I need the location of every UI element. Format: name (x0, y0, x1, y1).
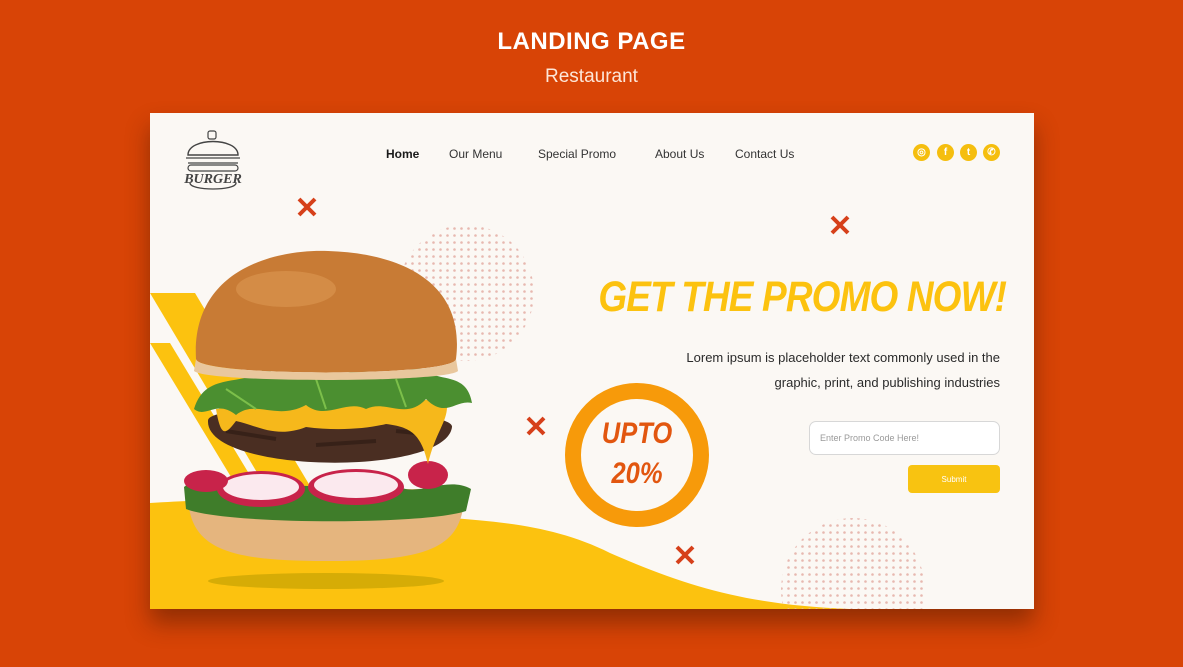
promo-discount-badge: UPTO 20% (565, 383, 709, 527)
promo-upto-text: UPTO (601, 417, 673, 450)
logo-text: BURGER (183, 172, 242, 187)
promo-code-input[interactable] (809, 421, 1000, 455)
promo-percent-text: 20% (611, 457, 663, 490)
hero-description: Lorem ipsum is placeholder text commonly… (686, 350, 1000, 390)
nav-about-us[interactable]: About Us (655, 147, 704, 161)
hero-headline: GET THE PROMO NOW! (598, 273, 1007, 321)
nav-home[interactable]: Home (386, 147, 419, 161)
cross-icon (297, 197, 317, 217)
nav-our-menu[interactable]: Our Menu (449, 147, 502, 161)
whatsapp-icon[interactable]: ✆ (983, 144, 1000, 161)
twitter-icon[interactable]: t (960, 144, 977, 161)
nav-special-promo[interactable]: Special Promo (538, 147, 616, 161)
page-subtitle: Restaurant (545, 66, 638, 87)
cross-icon (830, 215, 850, 235)
burger-image (184, 250, 472, 589)
cross-icon (526, 416, 546, 436)
landing-page-mockup: BURGER Home Our Menu Special Promo About… (150, 113, 1034, 609)
burger-logo: BURGER (183, 130, 242, 190)
nav-contact-us[interactable]: Contact Us (735, 147, 794, 161)
instagram-icon[interactable]: ◎ (913, 144, 930, 161)
facebook-icon[interactable]: f (937, 144, 954, 161)
dot-pattern (781, 518, 925, 609)
page-title: LANDING PAGE (497, 28, 686, 55)
submit-button[interactable]: Submit (908, 465, 1000, 493)
cross-icon (675, 545, 695, 565)
